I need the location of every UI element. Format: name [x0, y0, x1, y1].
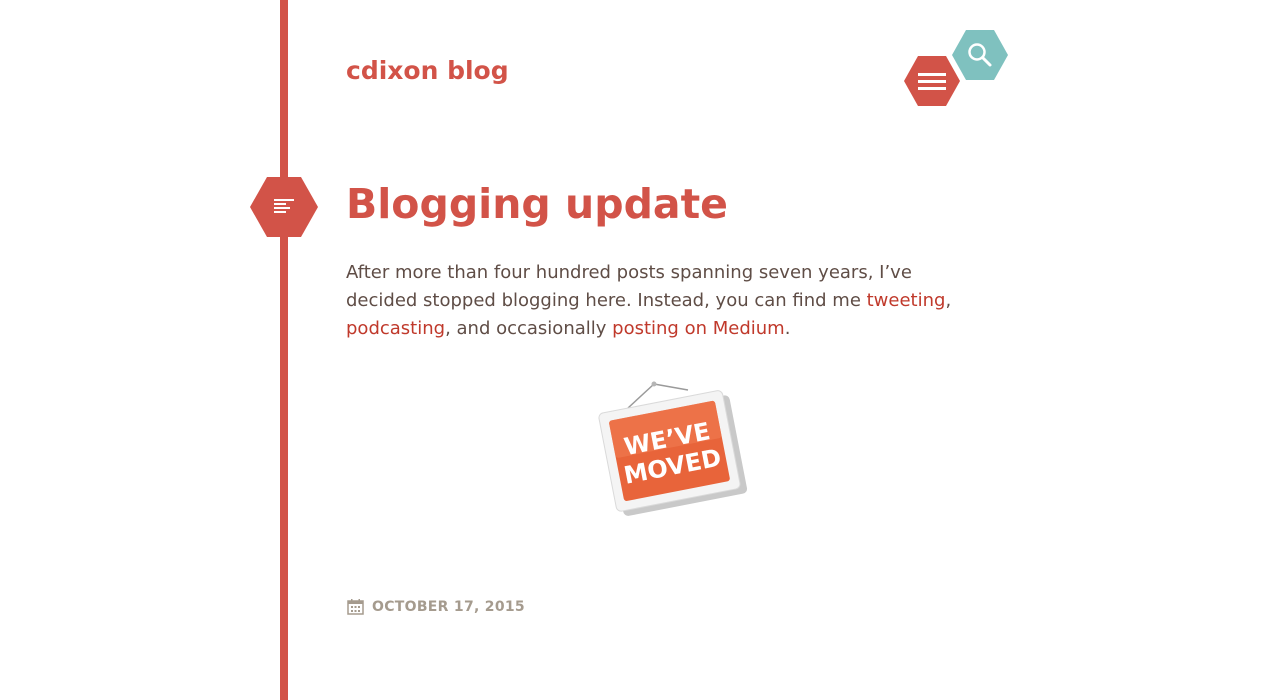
- post-format-badge: [250, 177, 318, 237]
- post-body-text: , and occasionally: [445, 318, 613, 339]
- text-lines-icon: [274, 199, 294, 213]
- tweeting-link[interactable]: tweeting: [867, 290, 946, 311]
- post-body-text: After more than four hundred posts spann…: [346, 262, 912, 311]
- hamburger-menu-icon: [918, 69, 946, 94]
- site-title[interactable]: cdixon blog: [346, 56, 509, 86]
- post-date-link[interactable]: OCTOBER 17, 2015: [372, 599, 525, 615]
- timeline-vertical-line: [280, 0, 288, 700]
- post-title[interactable]: Blogging update: [346, 176, 728, 232]
- search-icon: [968, 43, 992, 67]
- post-body: After more than four hundred posts spann…: [346, 259, 986, 343]
- menu-toggle-button[interactable]: [904, 56, 960, 106]
- podcasting-link[interactable]: podcasting: [346, 318, 445, 339]
- search-button[interactable]: [952, 30, 1008, 80]
- post-meta: OCTOBER 17, 2015: [346, 598, 525, 616]
- post-body-separator: ,: [945, 290, 952, 311]
- weve-moved-sign-image: WE’VE MOVED: [598, 381, 748, 516]
- calendar-icon: [347, 599, 364, 615]
- post-body-period: .: [784, 318, 791, 339]
- medium-link[interactable]: posting on Medium: [612, 318, 785, 339]
